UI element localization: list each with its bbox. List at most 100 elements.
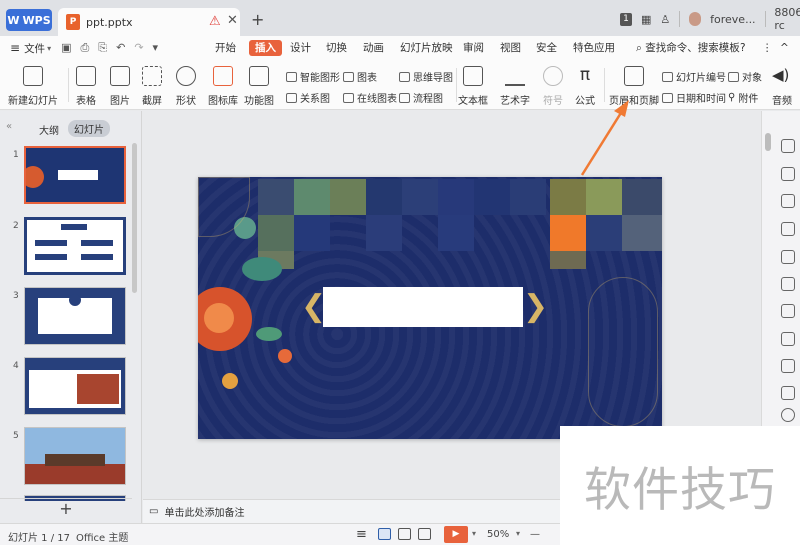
- icon-library-button[interactable]: 图标库: [208, 66, 238, 107]
- print-preview-icon[interactable]: ⎙: [80, 41, 89, 55]
- image-icon[interactable]: [781, 359, 795, 373]
- more-options-button[interactable]: ⋮: [762, 40, 773, 56]
- collapse-panel-icon[interactable]: «: [6, 121, 12, 132]
- notes-toggle-icon[interactable]: ≡: [356, 527, 367, 542]
- tab-outline[interactable]: 大纲: [39, 122, 59, 137]
- audio-button[interactable]: ◀) 音频: [772, 66, 792, 107]
- properties-icon[interactable]: [781, 139, 795, 153]
- audio-label: 音频: [772, 96, 792, 107]
- symbol-button[interactable]: 符号: [543, 66, 563, 107]
- chevron-down-icon[interactable]: ▾: [472, 529, 476, 538]
- download-icon[interactable]: [781, 408, 795, 422]
- wps-home-tab[interactable]: W WPS: [6, 9, 52, 31]
- window-count-badge[interactable]: 1: [620, 12, 632, 26]
- textbox-button[interactable]: 文本框: [458, 66, 488, 107]
- menu-insert[interactable]: 插入: [249, 40, 282, 56]
- object-label: 对象: [742, 73, 762, 84]
- animation-icon[interactable]: [781, 222, 795, 236]
- slide-editor[interactable]: ❮ ❯: [198, 177, 662, 439]
- save-icon[interactable]: ▣: [61, 41, 71, 55]
- reading-view-icon[interactable]: [418, 528, 431, 540]
- menu-home[interactable]: 开始: [215, 40, 236, 56]
- settings-icon[interactable]: [781, 250, 795, 264]
- panel-scrollbar[interactable]: [132, 143, 137, 293]
- table-button[interactable]: 表格: [76, 66, 96, 107]
- menu-transition[interactable]: 切换: [326, 40, 347, 56]
- slide-number-button[interactable]: 幻灯片编号: [662, 69, 726, 84]
- chevron-down-icon[interactable]: ▾: [516, 529, 520, 538]
- header-footer-button[interactable]: 页眉和页脚: [609, 66, 659, 107]
- menu-view[interactable]: 视图: [500, 40, 521, 56]
- zoom-out-button[interactable]: —: [530, 529, 540, 540]
- transform-icon[interactable]: [781, 277, 795, 291]
- design-icon[interactable]: [781, 167, 795, 181]
- image-button[interactable]: 图片: [110, 66, 130, 107]
- search-command[interactable]: ⌕ 查找命令、搜索模板: [636, 40, 740, 56]
- slide-sorter-icon[interactable]: [398, 528, 411, 540]
- chevron-down-icon[interactable]: ▾: [47, 44, 51, 53]
- backup-icon[interactable]: [781, 332, 795, 346]
- new-slide-icon: [23, 66, 43, 86]
- slide-thumbnail-5[interactable]: [24, 427, 126, 485]
- share-icon[interactable]: [781, 304, 795, 318]
- smart-shape-button[interactable]: 智能图形: [286, 69, 340, 84]
- help-button[interactable]: ?: [740, 40, 746, 56]
- chart-button[interactable]: 图表: [343, 69, 377, 84]
- mosaic-block: [550, 215, 586, 251]
- new-slide-button[interactable]: 新建幻灯片: [8, 66, 58, 107]
- hamburger-icon[interactable]: ≡: [10, 41, 20, 55]
- warning-icon[interactable]: ⚠: [209, 14, 221, 29]
- play-slideshow-button[interactable]: ▶: [444, 526, 468, 543]
- mind-map-button[interactable]: 思维导图: [399, 69, 453, 84]
- menu-slideshow[interactable]: 幻灯片放映: [400, 40, 453, 56]
- function-chart-button[interactable]: 功能图: [244, 66, 274, 107]
- menu-animation[interactable]: 动画: [363, 40, 384, 56]
- canvas-scrollbar[interactable]: [765, 133, 771, 151]
- more-icon[interactable]: ▾: [153, 41, 159, 55]
- menu-special-apps[interactable]: 特色应用: [573, 40, 615, 56]
- avatar[interactable]: [689, 12, 702, 26]
- undo-icon[interactable]: ↶: [116, 41, 125, 55]
- skin-icon[interactable]: ♙: [660, 13, 670, 26]
- screenshot-button[interactable]: 截屏: [142, 66, 162, 107]
- zoom-level[interactable]: 50%: [487, 529, 509, 540]
- mosaic-block: [438, 179, 474, 215]
- thumb-roof: [45, 454, 105, 466]
- theme-name[interactable]: Office 主题: [76, 529, 128, 544]
- new-tab-button[interactable]: +: [251, 10, 264, 29]
- add-slide-button[interactable]: +: [0, 498, 132, 520]
- template-icon[interactable]: [781, 386, 795, 400]
- menu-design[interactable]: 设计: [290, 40, 311, 56]
- print-icon[interactable]: ⎘: [98, 41, 107, 55]
- shape-effect-icon[interactable]: [781, 194, 795, 208]
- slide-thumbnail-1[interactable]: [24, 146, 126, 204]
- menu-file[interactable]: 文件: [24, 41, 45, 56]
- menu-review[interactable]: 审阅: [463, 40, 484, 56]
- menu-security[interactable]: 安全: [536, 40, 557, 56]
- slide-thumbnail-2[interactable]: [24, 217, 126, 275]
- redo-icon[interactable]: ↷: [134, 41, 143, 55]
- online-chart-button[interactable]: 在线图表: [343, 90, 397, 105]
- slide-thumbnail-3[interactable]: [24, 287, 126, 345]
- slide-thumbnail-4[interactable]: [24, 357, 126, 415]
- title-banner[interactable]: [323, 287, 523, 327]
- tab-slides[interactable]: 幻灯片: [68, 120, 110, 137]
- relation-chart-button[interactable]: 关系图: [286, 90, 330, 105]
- document-tab[interactable]: P ppt.pptx ⚠ ✕: [58, 8, 240, 36]
- collapse-ribbon-button[interactable]: ^: [780, 40, 789, 56]
- wps-label: WPS: [22, 13, 51, 27]
- thumb-block: [81, 254, 113, 260]
- ppt-file-icon: P: [66, 14, 80, 30]
- user-name[interactable]: foreve...: [710, 13, 755, 26]
- attachment-button[interactable]: ⚲ 附件: [728, 90, 758, 105]
- flow-chart-button[interactable]: 流程图: [399, 90, 443, 105]
- date-time-button[interactable]: 日期和时间: [662, 90, 726, 105]
- mosaic-block: [622, 179, 662, 215]
- object-button[interactable]: 对象: [728, 69, 762, 84]
- art-text-button[interactable]: 艺术字: [500, 66, 530, 107]
- close-tab-icon[interactable]: ✕: [227, 13, 238, 28]
- grid-icon[interactable]: ▦: [641, 13, 651, 26]
- formula-button[interactable]: π 公式: [575, 66, 595, 107]
- normal-view-icon[interactable]: [378, 528, 391, 540]
- shape-button[interactable]: 形状: [176, 66, 196, 107]
